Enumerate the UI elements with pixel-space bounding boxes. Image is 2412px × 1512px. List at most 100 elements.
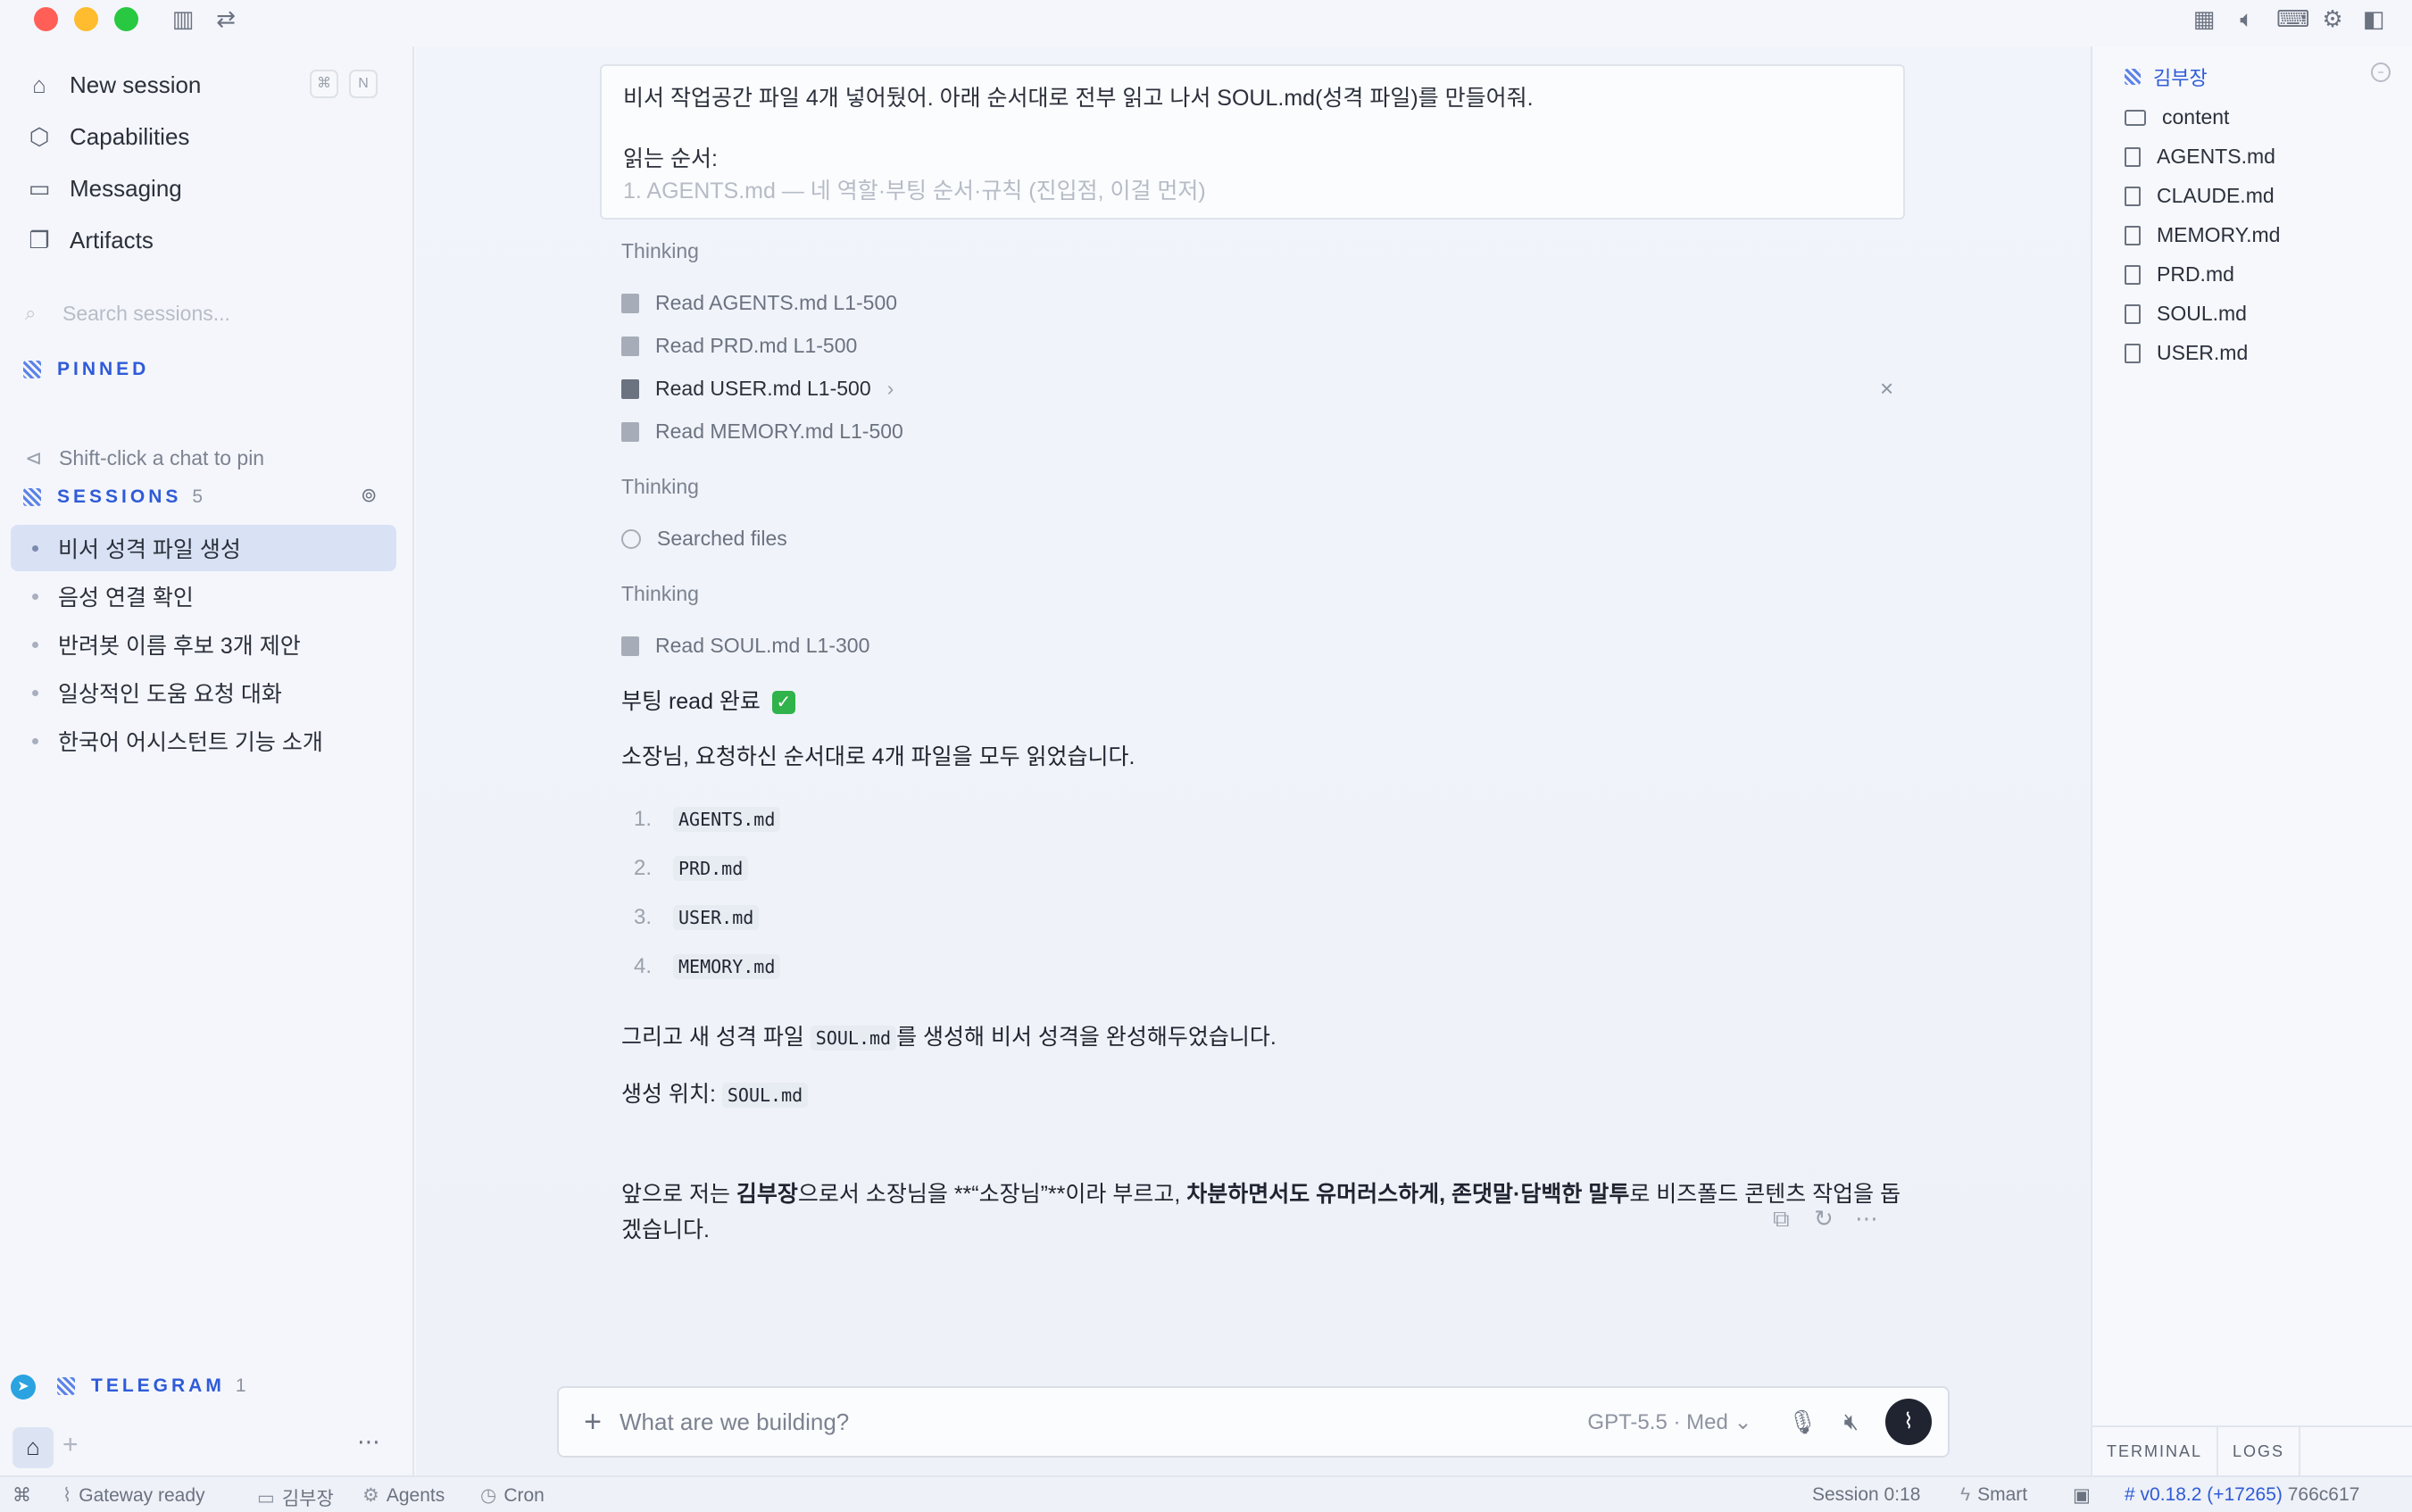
file-list-item: 3. USER.md <box>634 905 760 930</box>
file-icon <box>2125 303 2141 324</box>
folder-icon: ▭ <box>257 1487 275 1508</box>
home-icon[interactable]: ⌂ <box>12 1427 54 1468</box>
close-icon[interactable]: × <box>1880 375 1893 403</box>
session-item[interactable]: 비서 성격 파일 생성 <box>11 525 396 571</box>
composer[interactable]: + What are we building? GPT-5.5 · Med ⌄ … <box>557 1386 1950 1458</box>
send-voice-button[interactable]: ⌇ <box>1885 1399 1932 1445</box>
tool-step-label: Read MEMORY.md L1-500 <box>655 420 903 443</box>
window-minimize-button[interactable] <box>74 7 98 31</box>
chevron-down-icon: ⌄ <box>1734 1409 1752 1434</box>
session-item[interactable]: 일상적인 도움 요청 대화 <box>11 669 396 716</box>
thinking-label[interactable]: Thinking <box>621 475 699 499</box>
search-sessions[interactable]: ⌕ Search sessions... <box>25 294 382 333</box>
closing-message: 앞으로 저는 김부장으로서 소장님을 **“소장님”**이라 부르고, 차분하면… <box>621 1182 1901 1242</box>
telegram-icon: ➤ <box>11 1375 36 1400</box>
messaging-label: Messaging <box>70 174 182 202</box>
file-item[interactable]: USER.md <box>2125 341 2248 365</box>
refresh-icon[interactable]: ↻ <box>1814 1205 1834 1233</box>
shapes-icon: ⬡ <box>29 122 50 150</box>
more-icon[interactable]: ⋯ <box>1855 1205 1878 1233</box>
terminal-icon[interactable]: ▣ <box>2073 1484 2091 1507</box>
more-options-icon[interactable]: ⋯ <box>357 1428 380 1456</box>
file-label: USER.md <box>2157 341 2249 364</box>
copy-icon[interactable]: ⧉ <box>1773 1205 1790 1234</box>
composer-input[interactable]: What are we building? <box>620 1408 1587 1436</box>
file-item[interactable]: CLAUDE.md <box>2125 184 2275 208</box>
model-selector[interactable]: GPT-5.5 · Med ⌄ <box>1587 1409 1751 1435</box>
location-text: 생성 위치: SOUL.md <box>621 1076 809 1113</box>
search-sessions-input[interactable]: Search sessions... <box>62 302 230 326</box>
window-close-button[interactable] <box>34 7 58 31</box>
chat-main: 비서 작업공간 파일 4개 넣어뒀어. 아래 순서대로 전부 읽고 나서 SOU… <box>416 46 2091 1475</box>
mode-status[interactable]: ϟ Smart <box>1960 1484 2027 1506</box>
file-label: PRD.md <box>2157 262 2234 286</box>
capabilities-nav-item[interactable]: ⬡ Capabilities <box>23 116 190 157</box>
right-panel-toggle-icon[interactable]: ◧ <box>2360 5 2387 32</box>
gateway-status[interactable]: ⌇ Gateway ready <box>62 1484 205 1507</box>
tool-step[interactable]: Read SOUL.md L1-300 <box>621 634 869 658</box>
artifacts-nav-item[interactable]: ❐ Artifacts <box>23 220 154 261</box>
swap-arrows-icon[interactable]: ⇄ <box>212 5 239 32</box>
session-title: 비서 성격 파일 생성 <box>58 537 241 562</box>
tool-step[interactable]: Read MEMORY.md L1-500 <box>621 420 903 444</box>
hash-icon: # <box>2125 1484 2141 1505</box>
file-icon <box>621 336 639 356</box>
session-item[interactable]: 반려봇 이름 후보 3개 제안 <box>11 621 396 668</box>
file-item[interactable]: PRD.md <box>2125 262 2234 287</box>
hatch-icon <box>57 1377 75 1395</box>
workspace-status[interactable]: ▭ 김부장 <box>257 1484 334 1511</box>
version-status[interactable]: # v0.18.2 (+17265) 766c617 <box>2125 1484 2359 1506</box>
file-item[interactable]: AGENTS.md <box>2125 145 2275 169</box>
telegram-section-header[interactable]: TELEGRAM 1 <box>57 1375 246 1397</box>
pinned-title: PINNED <box>57 359 150 379</box>
session-title: 일상적인 도움 요청 대화 <box>58 682 282 707</box>
tool-step-active[interactable]: Read USER.md L1-500 › <box>621 377 894 401</box>
session-title: 음성 연결 확인 <box>58 586 194 611</box>
file-icon <box>621 293 639 313</box>
folder-item[interactable]: content <box>2125 105 2229 129</box>
cron-status[interactable]: ◷ Cron <box>480 1484 545 1507</box>
window-maximize-button[interactable] <box>114 7 138 31</box>
collapse-icon[interactable]: − <box>2371 62 2391 82</box>
file-list-item: 2. PRD.md <box>634 856 749 881</box>
workspace-header[interactable]: 김부장 <box>2125 62 2208 91</box>
new-folder-icon[interactable]: ⊚ <box>361 484 377 507</box>
gear-icon[interactable]: ⚙ <box>2319 5 2346 32</box>
command-icon[interactable]: ⌘ <box>12 1484 31 1507</box>
user-prompt-box: 비서 작업공간 파일 4개 넣어뒀어. 아래 순서대로 전부 읽고 나서 SOU… <box>600 64 1905 220</box>
tab-terminal[interactable]: TERMINAL <box>2092 1427 2219 1475</box>
agents-status[interactable]: ⚙ Agents <box>362 1484 445 1507</box>
tool-step[interactable]: Read AGENTS.md L1-500 <box>621 291 897 315</box>
session-item[interactable]: 음성 연결 확인 <box>11 573 396 619</box>
telegram-count: 1 <box>235 1375 246 1396</box>
voice-off-icon[interactable]: 🔇︎ <box>1844 1408 1859 1436</box>
keyboard-icon[interactable]: ⌨ <box>2276 5 2310 32</box>
tab-logs[interactable]: LOGS <box>2218 1427 2301 1475</box>
attach-plus-icon[interactable]: + <box>566 1405 620 1440</box>
tool-step[interactable]: Read PRD.md L1-500 <box>621 334 857 358</box>
file-list-item: 4. MEMORY.md <box>634 954 781 979</box>
prompt-line: 읽는 순서: <box>623 146 718 171</box>
new-session-button[interactable]: ⌂ New session <box>23 64 201 105</box>
thinking-label[interactable]: Thinking <box>621 239 699 263</box>
add-tab-icon[interactable]: + <box>62 1430 79 1460</box>
sidebar-toggle-icon[interactable]: ▥ <box>170 5 196 32</box>
session-dot <box>32 737 38 744</box>
thinking-label[interactable]: Thinking <box>621 582 699 606</box>
speaker-icon[interactable]: 🔈︎ <box>2233 5 2260 32</box>
pin-hint-text: Shift-click a chat to pin <box>59 446 265 469</box>
file-item[interactable]: SOUL.md <box>2125 302 2247 326</box>
tool-step[interactable]: Searched files <box>621 527 787 551</box>
file-label: AGENTS.md <box>2157 145 2275 168</box>
prompt-line-faded: 1. AGENTS.md — 네 역할·부팅 순서·규칙 (진입점, 이걸 먼저… <box>623 179 1206 204</box>
file-item[interactable]: MEMORY.md <box>2125 223 2280 247</box>
file-icon <box>621 636 639 656</box>
sessions-section-header: SESSIONS 5 <box>23 486 203 508</box>
prompt-line: 비서 작업공간 파일 4개 넣어뒀어. 아래 순서대로 전부 읽고 나서 SOU… <box>623 86 1534 111</box>
microphone-icon[interactable]: 🎙︎ <box>1788 1408 1817 1436</box>
shortcut-n-key: N <box>349 70 378 98</box>
agents-icon: ⚙ <box>362 1485 379 1506</box>
layout-panels-icon[interactable]: ▦ <box>2191 5 2217 32</box>
session-item[interactable]: 한국어 어시스턴트 기능 소개 <box>11 718 396 764</box>
messaging-nav-item[interactable]: ▭ Messaging <box>23 168 182 209</box>
